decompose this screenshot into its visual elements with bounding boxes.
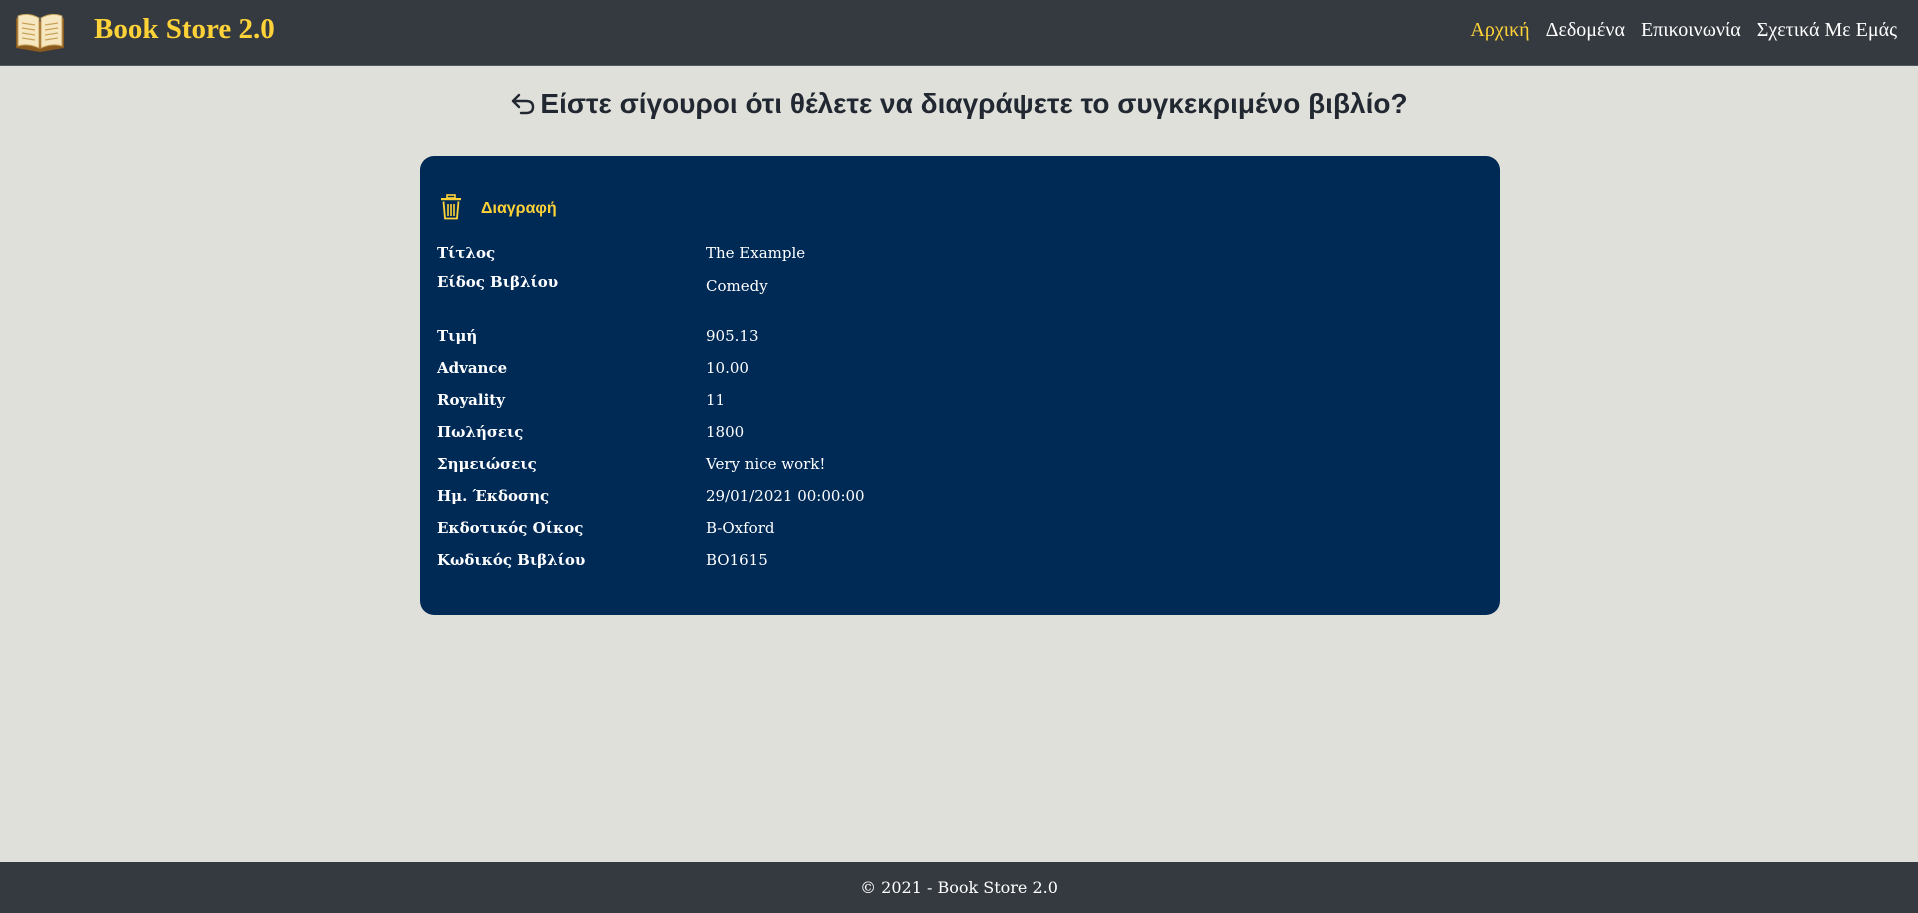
field-value: Comedy	[706, 277, 768, 295]
field-label: Ημ. Έκδοσης	[437, 487, 550, 505]
field-row-advance: Advance 10.00	[437, 359, 1477, 383]
delete-button[interactable]: Διαγραφή	[439, 194, 557, 224]
nav-item-about[interactable]: Σχετικά Με Εμάς	[1757, 19, 1897, 42]
delete-label: Διαγραφή	[481, 200, 557, 217]
nav-item-data[interactable]: Δεδομένα	[1546, 19, 1625, 42]
field-label: Εκδοτικός Οίκος	[437, 519, 584, 537]
field-value: The Example	[706, 244, 806, 262]
footer: © 2021 - Book Store 2.0	[0, 862, 1918, 913]
field-label: Κωδικός Βιβλίου	[437, 551, 586, 569]
field-value: B-Oxford	[706, 519, 775, 537]
field-label: Τιμή	[437, 327, 478, 345]
field-label: Πωλήσεις	[437, 423, 524, 441]
page-title: Είστε σίγουροι ότι θέλετε να διαγράψετε …	[0, 88, 1918, 123]
field-row-sales: Πωλήσεις 1800	[437, 423, 1477, 447]
return-arrow-icon[interactable]	[510, 91, 536, 123]
page-title-text: Είστε σίγουροι ότι θέλετε να διαγράψετε …	[540, 88, 1408, 119]
field-row-genre: Είδος Βιβλίου Comedy	[437, 273, 1477, 301]
book-details-card: Διαγραφή Τίτλος The Example Είδος Βιβλίο…	[420, 156, 1500, 615]
field-label: Τίτλος	[437, 244, 496, 262]
field-value: 10.00	[706, 359, 749, 377]
field-label: Είδος Βιβλίου	[437, 273, 559, 291]
field-value: Very nice work!	[706, 455, 826, 473]
field-row-publish-date: Ημ. Έκδοσης 29/01/2021 00:00:00	[437, 487, 1477, 511]
field-row-book-code: Κωδικός Βιβλίου BO1615	[437, 551, 1477, 575]
field-row-publisher: Εκδοτικός Οίκος B-Oxford	[437, 519, 1477, 543]
field-label: Royality	[437, 391, 505, 409]
main-nav: Αρχική Δεδομένα Επικοινωνία Σχετικά Με Ε…	[1470, 19, 1897, 42]
field-row-royalty: Royality 11	[437, 391, 1477, 415]
open-book-icon[interactable]	[14, 10, 66, 52]
trash-icon	[439, 194, 463, 224]
field-value: 29/01/2021 00:00:00	[706, 487, 865, 505]
field-value: 905.13	[706, 327, 759, 345]
navbar: Book Store 2.0 Αρχική Δεδομένα Επικοινων…	[0, 0, 1918, 66]
nav-item-contact[interactable]: Επικοινωνία	[1641, 19, 1741, 42]
field-label: Σημειώσεις	[437, 455, 537, 473]
footer-text: © 2021 - Book Store 2.0	[860, 878, 1058, 897]
field-label: Advance	[437, 359, 508, 377]
brand-link[interactable]: Book Store 2.0	[94, 13, 275, 46]
field-value: 1800	[706, 423, 745, 441]
field-row-title: Τίτλος The Example	[437, 244, 1477, 268]
nav-item-home[interactable]: Αρχική	[1470, 19, 1529, 42]
field-value: 11	[706, 391, 726, 409]
field-row-notes: Σημειώσεις Very nice work!	[437, 455, 1477, 479]
field-row-price: Τιμή 905.13	[437, 327, 1477, 351]
field-value: BO1615	[706, 551, 768, 569]
